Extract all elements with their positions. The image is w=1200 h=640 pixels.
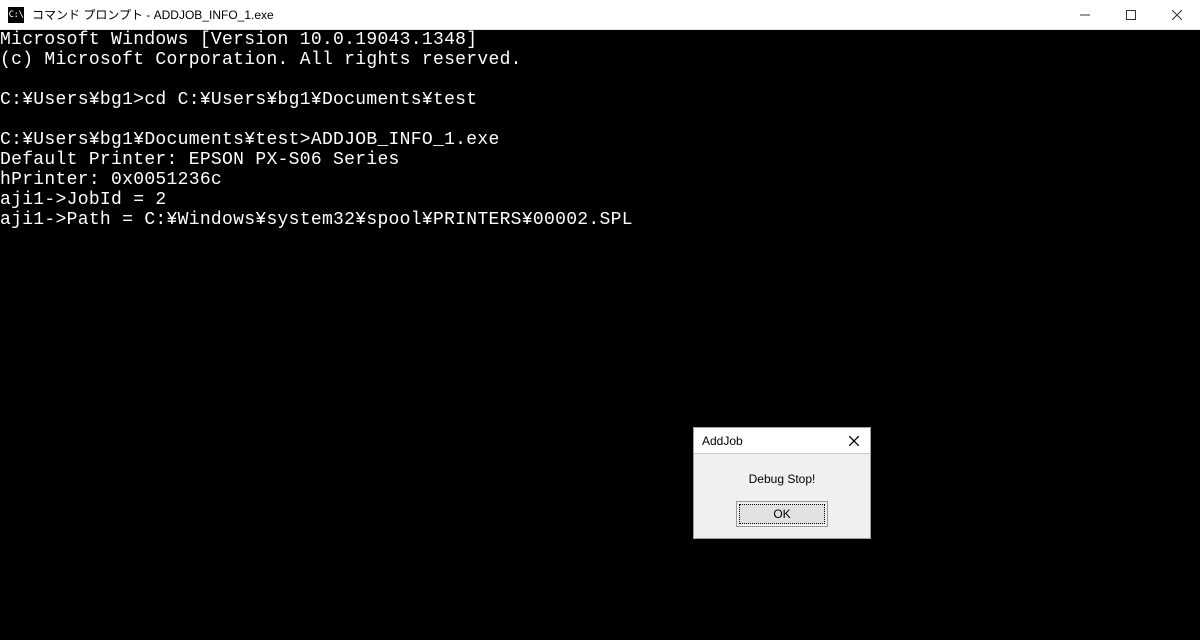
dialog-message: Debug Stop! <box>694 454 870 490</box>
dialog-title-bar[interactable]: AddJob <box>694 428 870 454</box>
dialog-button-row: OK <box>694 490 870 538</box>
cmd-icon: C:\ <box>8 7 24 23</box>
scrollbar[interactable] <box>1194 30 1200 640</box>
close-button[interactable] <box>1154 0 1200 30</box>
dialog-title: AddJob <box>694 434 838 448</box>
window-controls <box>1062 0 1200 29</box>
window-title: コマンド プロンプト - ADDJOB_INFO_1.exe <box>30 6 1062 23</box>
console-output: Microsoft Windows [Version 10.0.19043.13… <box>0 30 1200 230</box>
cmd-icon-label: C:\ <box>9 10 24 20</box>
maximize-button[interactable] <box>1108 0 1154 30</box>
console-area[interactable]: Microsoft Windows [Version 10.0.19043.13… <box>0 30 1200 640</box>
title-bar[interactable]: C:\ コマンド プロンプト - ADDJOB_INFO_1.exe <box>0 0 1200 30</box>
minimize-button[interactable] <box>1062 0 1108 30</box>
message-box: AddJob Debug Stop! OK <box>693 427 871 539</box>
ok-button[interactable]: OK <box>739 504 825 524</box>
dialog-close-button[interactable] <box>838 428 870 454</box>
